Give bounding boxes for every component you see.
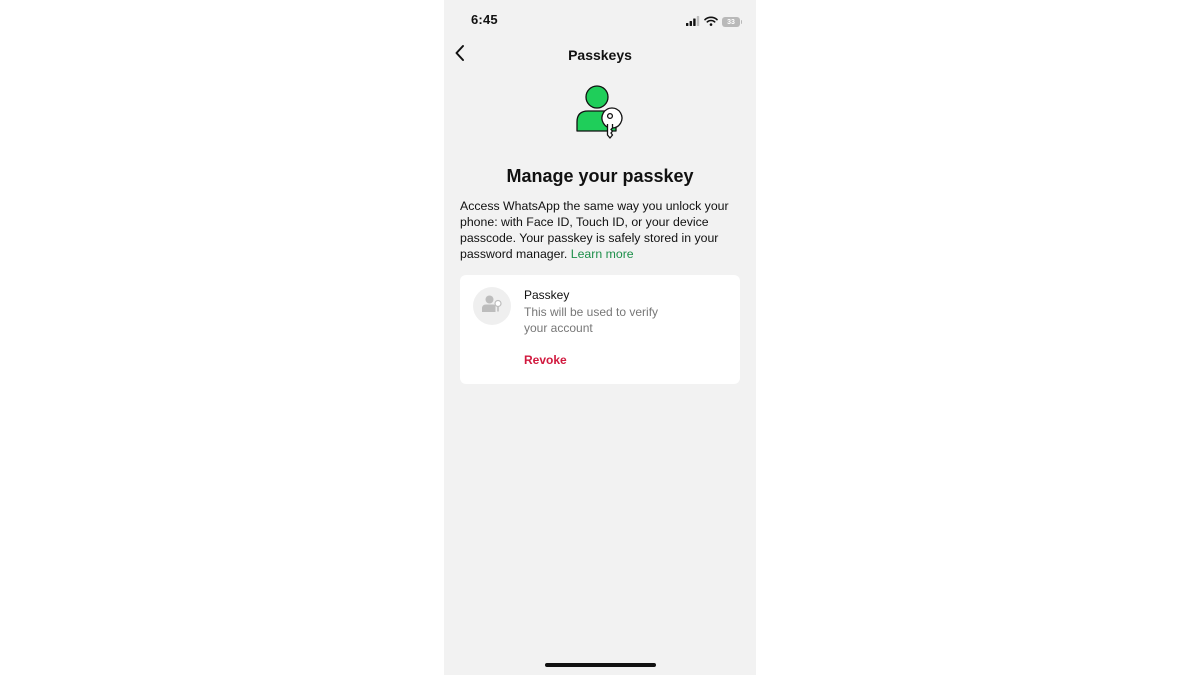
learn-more-link[interactable]: Learn more (571, 247, 634, 261)
battery-level: 33 (727, 18, 735, 26)
heading: Manage your passkey (506, 166, 694, 186)
wifi-icon (704, 13, 718, 31)
page-title: Passkeys (568, 47, 632, 63)
status-time: 6:45 (471, 12, 498, 27)
signal-icon (686, 13, 700, 31)
passkey-card: Passkey This will be used to verify your… (460, 275, 740, 384)
user-key-icon (574, 84, 626, 140)
passkey-subtitle: This will be used to verify your account (524, 305, 659, 335)
user-key-icon (481, 294, 503, 319)
battery-icon: 33 (722, 17, 742, 27)
description-text: Access WhatsApp the same way you unlock … (460, 198, 742, 262)
status-bar: 6:45 33 (444, 0, 756, 40)
phone-screen: 6:45 33 Passkeys Manage your passkey Acc… (444, 0, 756, 675)
home-indicator[interactable] (545, 663, 656, 667)
passkey-title: Passkey (524, 288, 570, 302)
revoke-button[interactable]: Revoke (524, 353, 567, 367)
navigation-bar: Passkeys (444, 40, 756, 70)
passkey-avatar (473, 287, 511, 325)
status-icons: 33 (686, 13, 742, 31)
